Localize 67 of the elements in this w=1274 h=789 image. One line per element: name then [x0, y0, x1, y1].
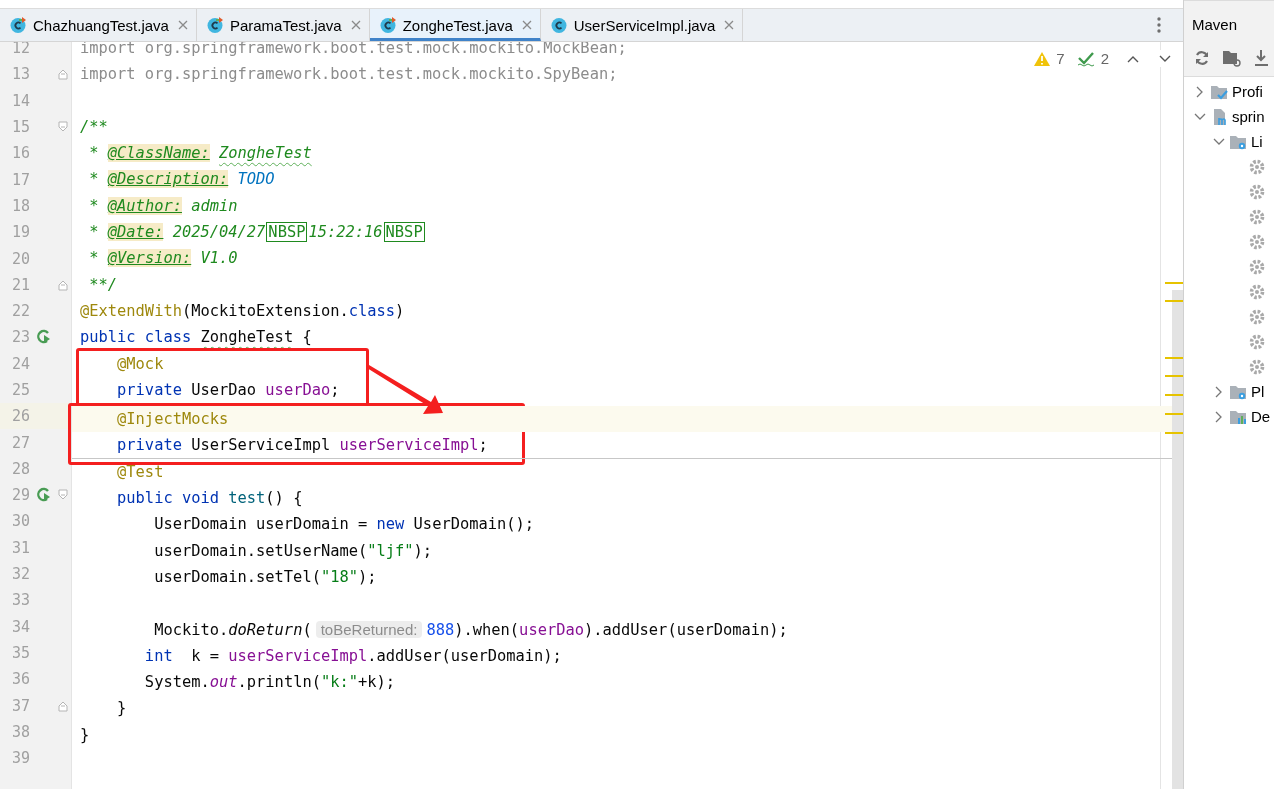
line-number: 16: [11, 144, 32, 163]
code-text: }: [80, 725, 90, 744]
line-number: 18: [11, 196, 32, 215]
line-number: 37: [11, 696, 32, 715]
line-number: 22: [11, 302, 32, 321]
parameter-hint: toBeReturned:: [315, 620, 423, 638]
line-number: 31: [11, 538, 32, 557]
code-text: * @Date: 2025/04/27 NBSP 15:22:16 NBSP: [88, 223, 426, 242]
line-number: 27: [11, 433, 32, 452]
code-text: * @Author: admin: [88, 196, 238, 215]
line-number: 33: [11, 591, 32, 610]
line-number: 35: [11, 643, 32, 662]
code-text: }: [116, 699, 127, 718]
line-number: 25: [11, 381, 32, 399]
code-text: public class ZongheTest {: [80, 328, 312, 347]
line-number: 29: [11, 486, 32, 505]
editor-tab[interactable]: ParamaTest.java: [196, 9, 370, 41]
code-text: @InjectMocks: [116, 410, 229, 429]
code-text: * @Description: TODO: [88, 170, 275, 189]
tree-item[interactable]: Pl: [1251, 383, 1265, 400]
code-text: /**: [80, 117, 108, 136]
line-number: 36: [11, 670, 32, 689]
tree-item[interactable]: Li: [1251, 133, 1263, 150]
tree-item[interactable]: Profi: [1232, 83, 1263, 100]
tree-item[interactable]: De: [1251, 408, 1271, 425]
editor-tab[interactable]: ChazhuangTest.java: [0, 9, 197, 41]
code-text: **/: [88, 275, 118, 294]
code-text: Mockito.doReturn(: [153, 620, 312, 639]
line-number: 19: [11, 223, 32, 242]
line-number: 34: [11, 617, 32, 636]
tree-item[interactable]: sprin: [1232, 108, 1265, 125]
line-number: 15: [11, 118, 32, 137]
line-number: 21: [11, 275, 32, 294]
code-text: import org.springframework.boot.test.mock.mockito.SpyBean;: [80, 65, 618, 84]
line-number: 17: [11, 170, 32, 189]
line-number: 14: [11, 91, 32, 110]
code-text: 888).when(userDao).addUser(userDomain);: [426, 620, 788, 639]
warning-count[interactable]: 7: [1056, 50, 1065, 67]
line-number: 12: [11, 42, 32, 58]
line-number: 38: [11, 722, 32, 741]
line-number: 32: [11, 565, 32, 584]
code-text: userDomain.setTel("18");: [153, 567, 377, 586]
code-text: private UserServiceImpl userServiceImpl;: [116, 436, 488, 455]
code-text: int k = userServiceImpl.addUser(userDomain);: [143, 646, 562, 665]
line-number: 20: [11, 249, 32, 268]
code-text: private UserDao userDao;: [116, 380, 340, 399]
code-text: System.out.println("k:"+k);: [143, 673, 396, 692]
line-number: 39: [11, 749, 32, 768]
code-text: @Mock: [116, 354, 164, 373]
code-text: UserDomain userDomain = new UserDomain();: [153, 515, 535, 534]
code-text: * @Version: V1.0: [88, 249, 238, 268]
code-text: public void test() {: [116, 489, 303, 508]
line-number: 24: [11, 354, 32, 373]
check-count[interactable]: 2: [1100, 50, 1109, 67]
code-text: * @ClassName: ZongheTest: [88, 144, 312, 163]
line-number: 13: [11, 65, 32, 84]
code-text: import org.springframework.boot.test.mock.mockito.MockBean;: [80, 42, 627, 57]
line-number: 30: [11, 512, 32, 531]
editor-tab[interactable]: UserServiceImpl.java: [540, 9, 744, 41]
line-number: 23: [11, 328, 32, 347]
line-number: 26: [11, 407, 32, 426]
code-text: userDomain.setUserName("ljf");: [153, 541, 433, 560]
code-text: @ExtendWith(MockitoExtension.class): [80, 301, 405, 320]
code-text: @Test: [116, 462, 164, 481]
editor-tab[interactable]: ZongheTest.java: [369, 9, 541, 41]
panel-title: Maven: [1192, 16, 1238, 33]
line-number: 28: [11, 459, 32, 478]
